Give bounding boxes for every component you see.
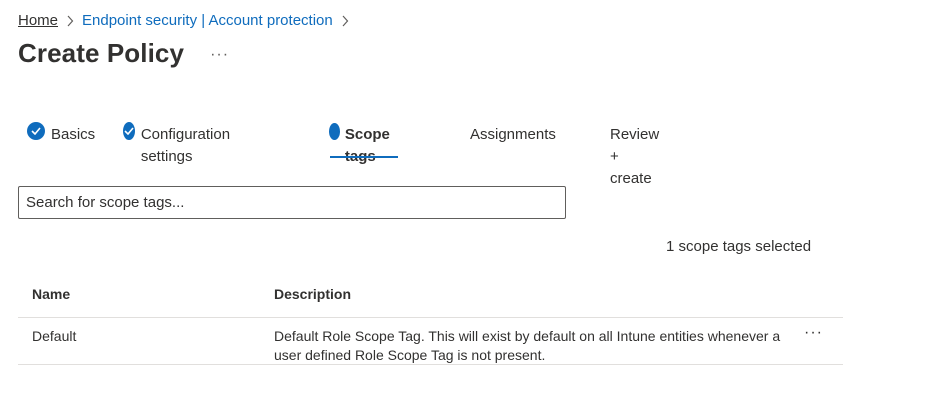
column-header-name[interactable]: Name bbox=[32, 286, 70, 302]
breadcrumb-home-link[interactable]: Home bbox=[18, 12, 58, 29]
page-title: Create Policy bbox=[18, 38, 185, 68]
row-name: Default bbox=[32, 328, 77, 344]
scope-tags-table: Name Description Default Default Role Sc… bbox=[18, 272, 843, 365]
chevron-right-icon bbox=[58, 12, 82, 29]
title-row: Create Policy ··· bbox=[18, 38, 229, 69]
chevron-right-icon bbox=[333, 12, 357, 29]
tab-scope-tags[interactable]: Scope tags bbox=[329, 120, 399, 165]
breadcrumb: Home Endpoint security | Account protect… bbox=[18, 10, 357, 30]
tab-review-create[interactable]: Review + create bbox=[610, 120, 659, 187]
table-row[interactable]: Default Default Role Scope Tag. This wil… bbox=[18, 318, 843, 365]
row-description-line: user defined Role Scope Tag is not prese… bbox=[274, 347, 546, 363]
row-more-options-icon[interactable]: ··· bbox=[804, 324, 823, 342]
scope-tags-search bbox=[18, 186, 566, 219]
table-header: Name Description bbox=[18, 272, 843, 318]
column-header-description[interactable]: Description bbox=[274, 286, 351, 302]
breadcrumb-section-link[interactable]: Endpoint security | Account protection bbox=[82, 12, 333, 29]
row-description: Default Role Scope Tag. This will exist … bbox=[274, 327, 794, 365]
tab-configuration-settings[interactable]: Configuration settings bbox=[123, 120, 236, 165]
checkmark-circle-icon bbox=[27, 122, 45, 140]
tab-assignments[interactable]: Assignments bbox=[470, 120, 556, 158]
search-input[interactable] bbox=[26, 194, 565, 211]
selected-count-label: 1 scope tags selected bbox=[666, 238, 812, 255]
tab-label: Scope tags bbox=[344, 126, 390, 165]
tab-label: Basics bbox=[51, 126, 96, 143]
tab-basics[interactable]: Basics bbox=[27, 120, 95, 158]
tab-label: Review + create bbox=[610, 126, 660, 187]
row-description-line: Default Role Scope Tag. This will exist … bbox=[274, 328, 781, 344]
tab-label: Assignments bbox=[470, 126, 556, 143]
filled-circle-icon bbox=[329, 123, 340, 140]
create-policy-page: Home Endpoint security | Account protect… bbox=[0, 0, 932, 395]
more-options-icon[interactable]: ··· bbox=[210, 46, 229, 64]
checkmark-circle-icon bbox=[123, 122, 135, 140]
tab-label: Configuration settings bbox=[140, 126, 231, 165]
